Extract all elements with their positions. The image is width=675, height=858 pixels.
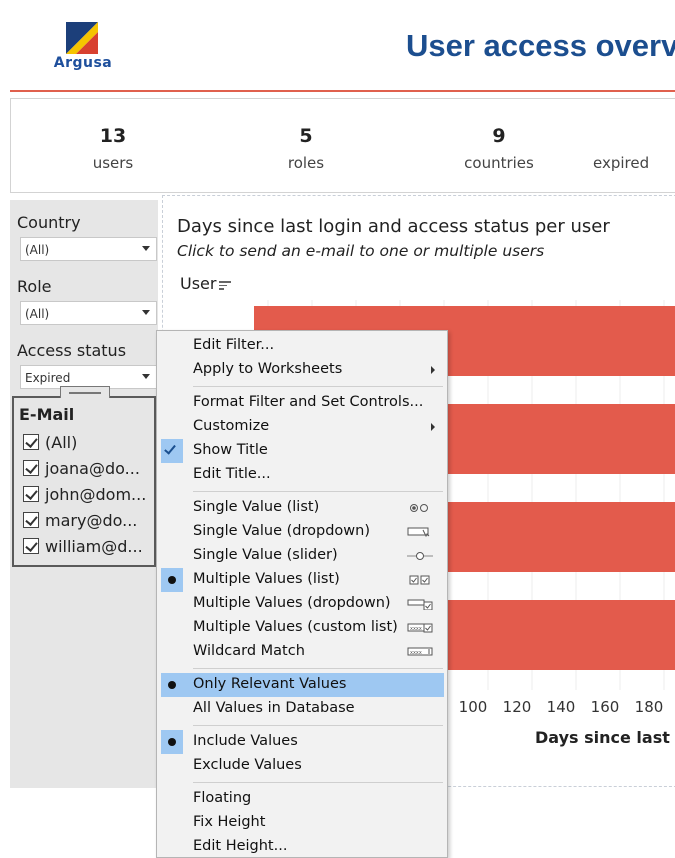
checkbox-list-icon bbox=[407, 574, 433, 586]
menu-item-label: Floating bbox=[193, 790, 252, 806]
menu-item-label: Exclude Values bbox=[193, 757, 302, 773]
svg-text:xxxx: xxxx bbox=[410, 650, 422, 656]
menu-item-fix-height[interactable]: Fix Height bbox=[157, 811, 447, 835]
menu-item-label: Fix Height bbox=[193, 814, 266, 830]
menu-item-apply-to-worksheets[interactable]: Apply to Worksheets bbox=[157, 358, 447, 382]
menu-item-label: Single Value (dropdown) bbox=[193, 523, 370, 539]
menu-item-label: Show Title bbox=[193, 442, 268, 458]
menu-item-edit-filter[interactable]: Edit Filter... bbox=[157, 334, 447, 358]
radio-selected-icon bbox=[161, 730, 183, 754]
menu-item-show-title[interactable]: Show Title bbox=[157, 439, 447, 463]
menu-item-label: All Values in Database bbox=[193, 700, 355, 716]
wildcard-icon: xxxx bbox=[407, 646, 433, 658]
menu-item-label: Edit Title... bbox=[193, 466, 271, 482]
menu-item-label: Format Filter and Set Controls... bbox=[193, 394, 424, 410]
x-tick-label: 180 bbox=[635, 698, 664, 716]
menu-separator bbox=[193, 782, 443, 783]
slider-icon bbox=[407, 550, 433, 562]
menu-item-format-filter-and-set-controls[interactable]: Format Filter and Set Controls... bbox=[157, 391, 447, 415]
custom-list-icon: xxxx bbox=[407, 622, 433, 634]
radio-selected-icon bbox=[161, 673, 183, 697]
menu-separator bbox=[193, 725, 443, 726]
menu-item-label: Single Value (list) bbox=[193, 499, 320, 515]
menu-item-label: Include Values bbox=[193, 733, 298, 749]
menu-item-label: Only Relevant Values bbox=[193, 676, 347, 692]
x-tick-label: 140 bbox=[547, 698, 576, 716]
menu-item-exclude-values[interactable]: Exclude Values bbox=[157, 754, 447, 778]
radio-list-icon bbox=[407, 502, 433, 514]
menu-item-label: Multiple Values (dropdown) bbox=[193, 595, 391, 611]
submenu-arrow-icon bbox=[431, 366, 435, 374]
menu-item-customize[interactable]: Customize bbox=[157, 415, 447, 439]
x-axis-title: Days since last log bbox=[535, 728, 675, 747]
menu-item-edit-title[interactable]: Edit Title... bbox=[157, 463, 447, 487]
menu-item-wildcard-match[interactable]: Wildcard Match xxxx bbox=[157, 640, 447, 664]
menu-item-floating[interactable]: Floating bbox=[157, 787, 447, 811]
menu-separator bbox=[193, 386, 443, 387]
x-tick-label: 160 bbox=[591, 698, 620, 716]
menu-separator bbox=[193, 491, 443, 492]
menu-item-multiple-values-custom-list[interactable]: Multiple Values (custom list) xxxx bbox=[157, 616, 447, 640]
dropdown-icon bbox=[407, 526, 433, 538]
menu-item-label: Apply to Worksheets bbox=[193, 361, 343, 377]
menu-item-edit-height[interactable]: Edit Height... bbox=[157, 835, 447, 858]
menu-item-single-value-slider[interactable]: Single Value (slider) bbox=[157, 544, 447, 568]
dropdown-check-icon bbox=[407, 598, 433, 611]
menu-item-all-values-in-database[interactable]: All Values in Database bbox=[157, 697, 447, 721]
menu-item-include-values[interactable]: Include Values bbox=[157, 730, 447, 754]
menu-separator bbox=[193, 668, 443, 669]
x-tick-label: 120 bbox=[503, 698, 532, 716]
menu-item-single-value-dropdown[interactable]: Single Value (dropdown) bbox=[157, 520, 447, 544]
svg-text:xxxx: xxxx bbox=[410, 626, 422, 632]
menu-item-only-relevant-values[interactable]: Only Relevant Values bbox=[161, 673, 444, 697]
menu-item-label: Multiple Values (custom list) bbox=[193, 619, 398, 635]
menu-item-multiple-values-list[interactable]: Multiple Values (list) bbox=[157, 568, 447, 592]
menu-item-label: Multiple Values (list) bbox=[193, 571, 340, 587]
submenu-arrow-icon bbox=[431, 423, 435, 431]
x-tick-label: 100 bbox=[459, 698, 488, 716]
menu-item-multiple-values-dropdown[interactable]: Multiple Values (dropdown) bbox=[157, 592, 447, 616]
x-axis-ticks: 100 120 140 160 180 bbox=[459, 698, 664, 716]
radio-selected-icon bbox=[161, 568, 183, 592]
filter-context-menu[interactable]: Edit Filter... Apply to Worksheets Format … bbox=[156, 330, 448, 858]
menu-item-label: Wildcard Match bbox=[193, 643, 305, 659]
menu-item-label: Edit Filter... bbox=[193, 337, 275, 353]
menu-item-single-value-list[interactable]: Single Value (list) bbox=[157, 496, 447, 520]
checkmark-icon bbox=[161, 439, 183, 463]
menu-item-label: Edit Height... bbox=[193, 838, 288, 854]
menu-item-label: Customize bbox=[193, 418, 270, 434]
menu-item-label: Single Value (slider) bbox=[193, 547, 338, 563]
